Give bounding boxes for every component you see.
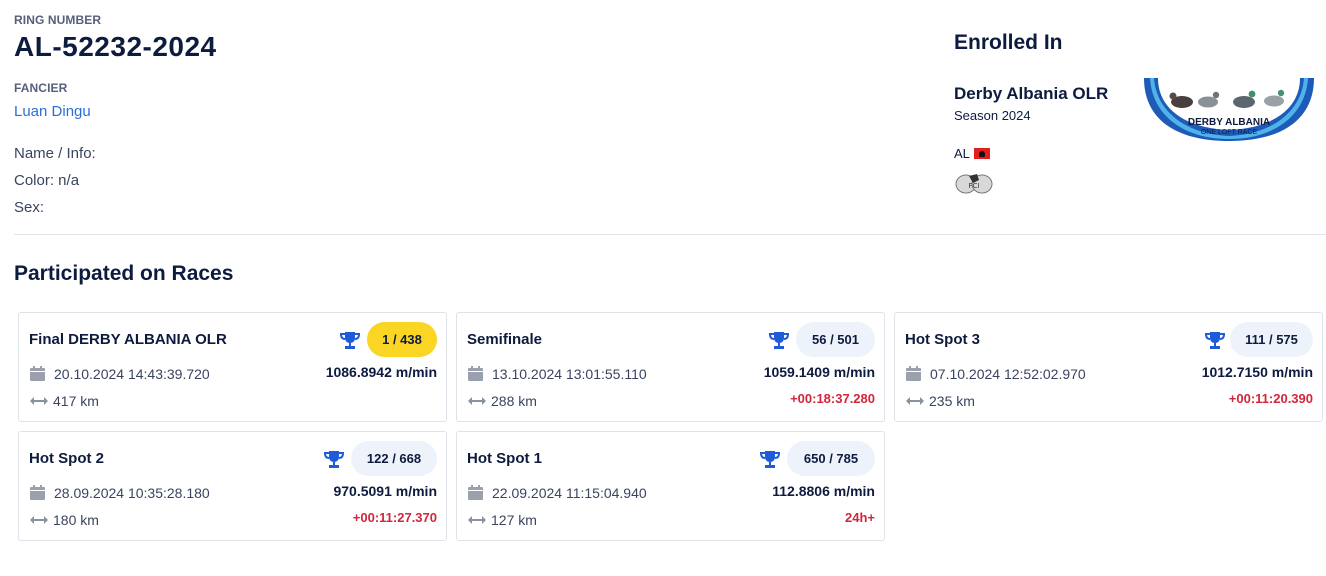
race-speed: 1012.7150 m/min — [1201, 364, 1313, 380]
trophy-icon — [1204, 332, 1226, 349]
race-card[interactable]: Hot Spot 3 111 / 575 07.10.2024 12:52:02… — [894, 312, 1323, 422]
calendar-icon — [30, 485, 45, 500]
race-speed: 1059.1409 m/min — [763, 364, 875, 380]
race-name: Semifinale — [467, 331, 543, 348]
race-distance: 417 km — [53, 393, 99, 409]
country-code: AL — [954, 146, 970, 161]
race-distance-row: 180 km — [29, 512, 99, 528]
trophy-icon — [323, 451, 345, 468]
albania-flag-icon — [973, 148, 990, 159]
season-label: Season 2024 — [954, 108, 1031, 123]
distance-arrows-icon — [906, 397, 924, 405]
color-info: Color: n/a — [14, 172, 80, 189]
distance-arrows-icon — [468, 516, 486, 524]
race-date: 20.10.2024 14:43:39.720 — [54, 365, 210, 382]
race-time-difference: 24h+ — [845, 510, 875, 525]
race-date: 13.10.2024 13:01:55.110 — [492, 365, 647, 382]
calendar-icon — [468, 366, 483, 381]
ring-number-label: RING NUMBER — [14, 13, 102, 27]
race-name: Hot Spot 2 — [29, 450, 104, 467]
rank-badge: 56 / 501 — [796, 322, 875, 357]
rank-badge: 111 / 575 — [1230, 322, 1313, 357]
race-card[interactable]: Semifinale 56 / 501 13.10.2024 13:01:55.… — [456, 312, 885, 422]
race-card[interactable]: Hot Spot 1 650 / 785 22.09.2024 11:15:04… — [456, 431, 885, 541]
fancier-name-link[interactable]: Luan Dingu — [14, 103, 91, 120]
name-info: Name / Info: — [14, 145, 96, 162]
race-name: Hot Spot 3 — [905, 331, 980, 348]
race-speed: 970.5091 m/min — [333, 483, 437, 499]
race-card[interactable]: Final DERBY ALBANIA OLR 1 / 438 20.10.20… — [18, 312, 447, 422]
race-name: Final DERBY ALBANIA OLR — [29, 331, 227, 348]
enrolled-in-title: Enrolled In — [954, 31, 1063, 54]
race-name: Hot Spot 1 — [467, 450, 542, 467]
race-date: 28.09.2024 10:35:28.180 — [54, 484, 210, 501]
rank-badge: 1 / 438 — [367, 322, 437, 357]
race-distance: 127 km — [491, 512, 537, 528]
race-speed: 112.8806 m/min — [772, 483, 875, 499]
fci-logo: FCI — [955, 174, 993, 194]
distance-arrows-icon — [468, 397, 486, 405]
race-date: 07.10.2024 12:52:02.970 — [930, 365, 1086, 382]
calendar-icon — [468, 485, 483, 500]
logo-title: DERBY ALBANIA — [1188, 117, 1270, 128]
rank-badge: 122 / 668 — [351, 441, 437, 476]
distance-arrows-icon — [30, 516, 48, 524]
logo-subtitle: ONE LOFT RACE — [1201, 129, 1258, 136]
trophy-icon — [768, 332, 790, 349]
rank-badge: 650 / 785 — [787, 441, 875, 476]
trophy-icon — [339, 332, 361, 349]
country: AL — [954, 146, 990, 161]
fci-text: FCI — [969, 182, 980, 190]
races-section-title: Participated on Races — [14, 262, 234, 285]
calendar-icon — [30, 366, 45, 381]
race-distance: 235 km — [929, 393, 975, 409]
sex-info: Sex: — [14, 199, 45, 216]
race-date-row: 20.10.2024 14:43:39.720 — [29, 365, 210, 382]
race-speed: 1086.8942 m/min — [325, 364, 437, 380]
race-distance: 288 km — [491, 393, 537, 409]
race-distance-row: 235 km — [905, 393, 975, 409]
distance-arrows-icon — [30, 397, 48, 405]
fancier-label: FANCIER — [14, 81, 68, 95]
enrolled-race-link[interactable]: Derby Albania OLR — [954, 84, 1108, 104]
race-distance-row: 417 km — [29, 393, 99, 409]
ring-number: AL-52232-2024 — [14, 31, 217, 62]
race-date-row: 28.09.2024 10:35:28.180 — [29, 484, 210, 501]
race-date-row: 13.10.2024 13:01:55.110 — [467, 365, 647, 382]
race-distance-row: 127 km — [467, 512, 537, 528]
race-time-difference: +00:11:27.370 — [352, 510, 437, 525]
race-time-difference: +00:18:37.280 — [790, 391, 875, 406]
race-date-row: 07.10.2024 12:52:02.970 — [905, 365, 1086, 382]
race-card[interactable]: Hot Spot 2 122 / 668 28.09.2024 10:35:28… — [18, 431, 447, 541]
race-distance-row: 288 km — [467, 393, 537, 409]
race-distance: 180 km — [53, 512, 99, 528]
race-date: 22.09.2024 11:15:04.940 — [492, 484, 647, 501]
trophy-icon — [759, 451, 781, 468]
race-date-row: 22.09.2024 11:15:04.940 — [467, 484, 647, 501]
race-time-difference: +00:11:20.390 — [1228, 391, 1313, 406]
divider — [14, 234, 1326, 235]
calendar-icon — [906, 366, 921, 381]
derby-albania-logo[interactable]: DERBY ALBANIA ONE LOFT RACE — [1144, 78, 1314, 141]
